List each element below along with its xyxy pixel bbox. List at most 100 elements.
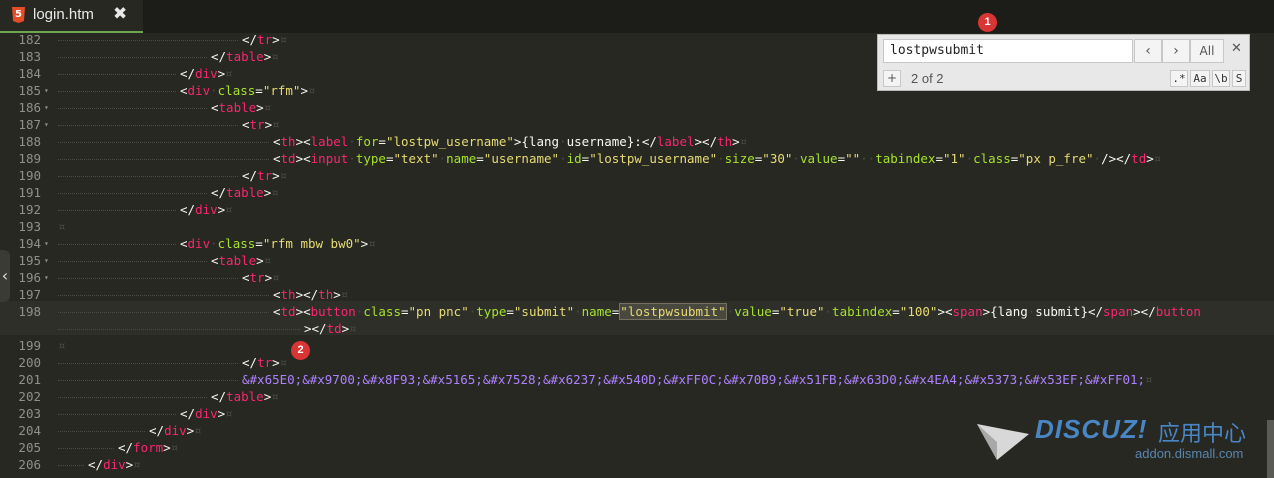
indent-guide	[58, 380, 238, 381]
watermark: DISCUZ! 应用中心 addon.dismall.com	[975, 412, 1265, 478]
line-number: 184	[18, 66, 41, 81]
indent-guide	[58, 193, 207, 194]
code-text: </tr>¤	[242, 354, 287, 371]
code-token: "rfm"	[262, 83, 301, 98]
code-line: 189 <td><input·type="text"·name="username…	[0, 150, 1274, 167]
code-token: td	[280, 304, 296, 319]
code-token: tr	[249, 117, 265, 132]
code-token: input	[310, 151, 349, 166]
code-token: >	[272, 32, 280, 47]
watermark-brand: DISCUZ!	[1035, 414, 1148, 444]
code-token: class	[363, 304, 401, 319]
code-token: span	[1103, 304, 1134, 319]
indent-guide	[58, 142, 269, 143]
code-text: ¤	[58, 337, 66, 354]
indent-guide	[58, 108, 207, 109]
code-token: ·	[1093, 151, 1102, 166]
code-token: =	[400, 304, 409, 319]
code-token: </	[242, 32, 258, 47]
code-token: </	[242, 168, 258, 183]
code-token: button	[1155, 304, 1201, 319]
code-token: size	[724, 151, 755, 166]
code-token: tr	[257, 168, 273, 183]
code-token: ¤	[225, 66, 233, 81]
code-token: ·	[348, 151, 356, 166]
find-all-button[interactable]: All	[1190, 39, 1224, 63]
code-token: <	[273, 304, 281, 319]
code-token: ¤	[271, 389, 279, 404]
tab-close-icon[interactable]: ✖	[113, 4, 127, 24]
line-number: 205	[18, 440, 41, 455]
fold-arrow-icon[interactable]: ▾	[44, 235, 49, 252]
code-token: "pn pnc"	[408, 304, 469, 319]
fold-arrow-icon[interactable]: ▾	[44, 82, 49, 99]
fold-arrow-icon[interactable]: ▾	[44, 269, 49, 286]
indent-guide	[58, 74, 176, 75]
code-text: </div>¤	[149, 422, 202, 439]
code-token: ""	[845, 151, 861, 166]
fold-arrow-icon[interactable]: ▾	[44, 116, 49, 133]
code-token: >{lang	[982, 304, 1028, 319]
code-token: >	[1146, 151, 1154, 166]
fold-arrow-icon[interactable]: ▾	[44, 99, 49, 116]
search-match-highlight: "lostpwsubmit"	[619, 303, 727, 320]
code-token: ></	[295, 287, 319, 302]
code-token: ¤	[272, 117, 280, 132]
code-token: th	[280, 287, 296, 302]
fold-arrow-icon[interactable]: ▾	[44, 252, 49, 269]
code-text: <table>¤	[211, 252, 271, 269]
code-token: =	[892, 304, 900, 319]
in-selection-toggle[interactable]: S	[1232, 70, 1246, 87]
code-token: =	[476, 151, 484, 166]
code-token: /></	[1101, 151, 1132, 166]
indent-guide	[58, 465, 84, 466]
code-token: ¤	[279, 168, 288, 183]
code-token: div	[103, 457, 126, 472]
code-token: </	[242, 355, 258, 370]
find-input[interactable]: lostpwsubmit	[883, 39, 1133, 63]
code-token: form	[133, 440, 164, 455]
code-token: ¤	[340, 287, 349, 302]
line-number: 191	[18, 185, 41, 200]
code-token: =	[255, 83, 263, 98]
code-text: </table>¤	[211, 48, 279, 65]
code-text: <div·class="rfm mbw bw0">¤	[180, 235, 376, 252]
annotation-badge-1: 1	[978, 13, 997, 32]
code-token: submit}</	[1035, 304, 1104, 319]
code-token: </	[88, 457, 104, 472]
code-line: 193 ¤	[0, 218, 1274, 235]
line-number: 200	[18, 355, 41, 370]
code-token: ·	[574, 304, 582, 319]
code-token: "text"	[393, 151, 439, 166]
code-text: </div>¤	[180, 65, 233, 82]
tab-login-htm[interactable]: 5 login.htm ✖	[0, 0, 143, 33]
code-text: <td><button·class="pn pnc"·type="submit"…	[273, 303, 1201, 320]
find-next-button[interactable]: ›	[1162, 39, 1190, 63]
line-number: 206	[18, 457, 41, 472]
case-sensitive-toggle[interactable]: Aa	[1190, 70, 1210, 87]
find-add-button[interactable]: +	[883, 70, 901, 87]
collapse-sidebar-icon[interactable]: ‹	[0, 250, 10, 302]
code-token: label	[310, 134, 349, 149]
code-line: 201 &#x65E0;&#x9700;&#x8F93;&#x5165;&#x75…	[0, 371, 1274, 388]
whole-word-toggle[interactable]: \b	[1212, 70, 1230, 87]
line-number: 188	[18, 134, 41, 149]
code-token: >{lang	[513, 134, 560, 149]
line-number: 203	[18, 406, 41, 421]
indent-guide	[58, 244, 176, 245]
vertical-scrollbar[interactable]	[1267, 420, 1274, 478]
code-token: ¤	[279, 32, 288, 47]
code-token: td	[326, 321, 342, 336]
indent-guide	[58, 329, 300, 330]
code-token: </	[211, 49, 227, 64]
code-token: ·	[210, 236, 218, 251]
code-line: 191 </table>¤	[0, 184, 1274, 201]
code-token: div	[187, 236, 211, 251]
line-number: 189	[18, 151, 41, 166]
code-text: </table>¤	[211, 388, 279, 405]
code-line: 199 ¤	[0, 337, 1274, 354]
code-token: "true"	[779, 304, 825, 319]
find-close-icon[interactable]: ✕	[1231, 41, 1242, 56]
regex-toggle[interactable]: .*	[1170, 70, 1188, 87]
find-prev-button[interactable]: ‹	[1134, 39, 1162, 63]
